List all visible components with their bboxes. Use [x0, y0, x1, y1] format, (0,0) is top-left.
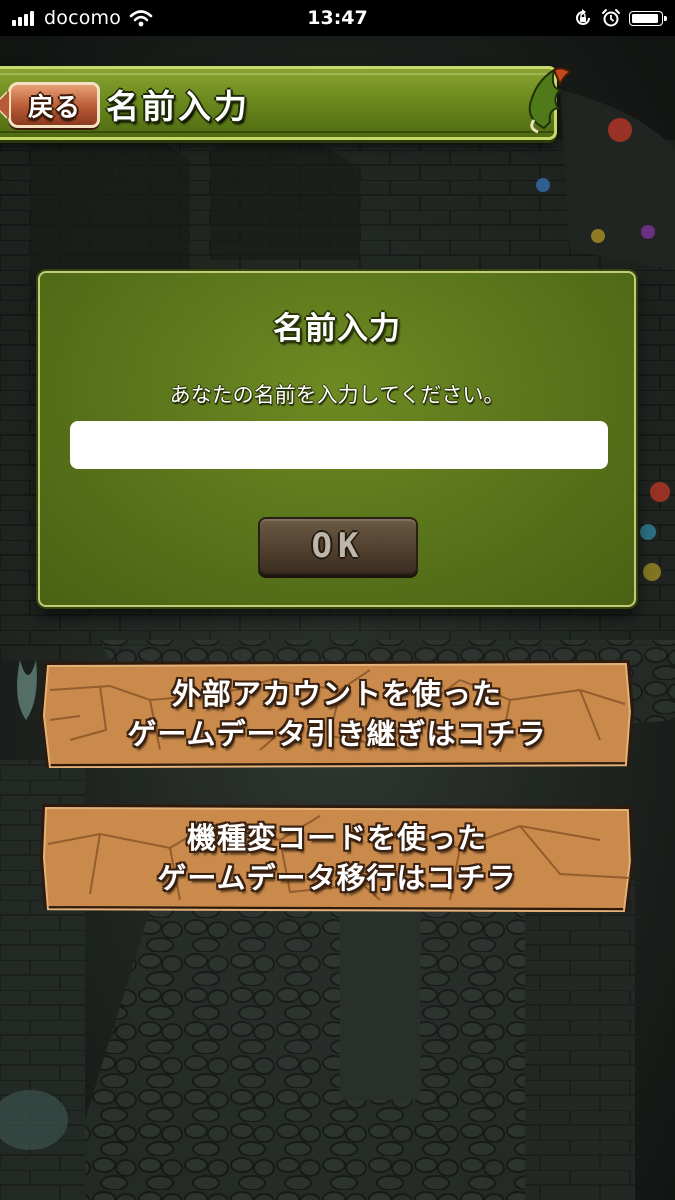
page-title: 名前入力 — [106, 87, 250, 126]
dialog-message: あなたの名前を入力してください。 — [169, 383, 505, 407]
dragon-tail-icon — [528, 67, 572, 134]
name-input[interactable] — [70, 421, 608, 469]
page-header: 戻る 名前入力 — [0, 66, 557, 140]
dialog-title: 名前入力 — [273, 311, 401, 347]
stone-button-text: 外部アカウントを使った ゲームデータ引き継ぎはコチラ — [40, 660, 634, 768]
back-button[interactable]: 戻る — [0, 82, 100, 128]
external-account-transfer-button[interactable]: 外部アカウントを使った ゲームデータ引き継ぎはコチラ — [40, 660, 634, 768]
button-line-1: 外部アカウントを使った — [171, 677, 502, 711]
battery-icon — [629, 10, 667, 26]
alarm-icon — [602, 9, 620, 27]
ok-button[interactable]: OK — [258, 517, 418, 575]
back-button-label: 戻る — [27, 92, 80, 123]
button-line-1: 機種変コードを使った — [186, 821, 487, 855]
button-line-2: ゲームデータ引き継ぎはコチラ — [127, 717, 547, 751]
back-arrow-icon — [0, 91, 9, 119]
name-entry-dialog: 名前入力 あなたの名前を入力してください。 OK — [38, 271, 636, 607]
button-line-2: ゲームデータ移行はコチラ — [157, 861, 517, 895]
stone-button-text: 機種変コードを使った ゲームデータ移行はコチラ — [40, 804, 634, 912]
status-right — [573, 6, 667, 30]
status-bar: docomo 13:47 — [0, 0, 675, 36]
model-change-code-button[interactable]: 機種変コードを使った ゲームデータ移行はコチラ — [40, 804, 634, 912]
rotation-lock-icon — [576, 9, 590, 25]
